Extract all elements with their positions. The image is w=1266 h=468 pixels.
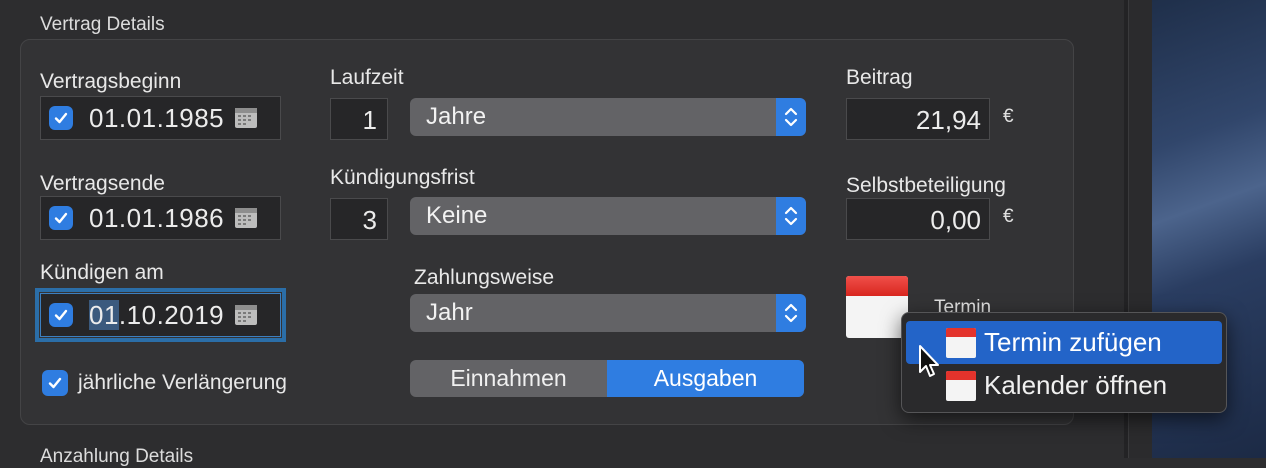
termin-context-menu: Termin zufügen Kalender öffnen [901,312,1227,413]
zahlungsweise-value: Jahr [426,299,473,326]
vertragsbeginn-checkbox[interactable] [49,106,73,130]
calendar-icon [946,370,976,401]
menu-item-kalender-oeffnen[interactable]: Kalender öffnen [902,364,1226,407]
calendar-icon [946,327,976,358]
segment-ausgaben[interactable]: Ausgaben [607,360,804,397]
menu-item-label: Termin zufügen [984,327,1162,357]
zahlungsweise-select[interactable]: Jahr [410,294,806,332]
checkmark-icon [54,212,68,224]
calendar-icon[interactable] [846,276,908,338]
selbstbeteiligung-label: Selbstbeteiligung [846,174,1006,197]
kuendigen-date[interactable]: 01.10.2019 [89,299,225,331]
renewal-label[interactable]: jährliche Verlängerung [78,371,287,395]
beitrag-currency: € [1003,106,1014,127]
selbstbeteiligung-currency: € [1003,206,1014,227]
kuendigen-checkbox[interactable] [49,303,73,327]
menu-item-label: Kalender öffnen [984,370,1168,400]
menu-item-termin-zufuegen[interactable]: Termin zufügen [906,321,1222,364]
checkmark-icon [54,309,68,321]
calendar-picker-icon[interactable] [234,303,258,327]
renewal-checkbox[interactable] [42,370,68,396]
vertragsende-label: Vertragsende [40,172,165,195]
selected-day-segment[interactable]: 01 [89,299,119,330]
laufzeit-unit-value: Jahre [426,103,487,130]
checkmark-icon [54,112,68,124]
vertragsbeginn-date-field[interactable]: 01.01.1985 [40,96,281,140]
section-title: Vertrag Details [40,14,165,35]
renewal-option[interactable]: jährliche Verlängerung [42,370,287,396]
laufzeit-input[interactable]: 1 [330,98,388,140]
calendar-picker-icon[interactable] [234,106,258,130]
kuendigungsfrist-unit-value: Keine [426,202,488,229]
kuendigungsfrist-input[interactable]: 3 [330,198,388,240]
calendar-picker-icon[interactable] [234,206,258,230]
income-expense-toggle[interactable]: Einnahmen Ausgaben [410,360,804,397]
beitrag-input[interactable]: 21,94 [846,98,990,140]
checkmark-icon [48,377,62,389]
selbstbeteiligung-input[interactable]: 0,00 [846,198,990,240]
vertragsbeginn-date: 01.01.1985 [89,102,225,133]
updown-chevron-icon [776,294,806,332]
updown-chevron-icon [776,197,806,235]
laufzeit-unit-select[interactable]: Jahre [410,98,806,136]
kuendigen-label: Kündigen am [40,261,164,284]
vertragsende-date-field[interactable]: 01.01.1986 [40,196,281,240]
kuendigungsfrist-unit-select[interactable]: Keine [410,197,806,235]
updown-chevron-icon [776,98,806,136]
kuendigungsfrist-label: Kündigungsfrist [330,166,475,189]
mouse-pointer-icon [919,345,939,377]
date-remainder: .10.2019 [118,299,225,330]
vertragsende-checkbox[interactable] [49,206,73,230]
vertragsbeginn-label: Vertragsbeginn [40,70,182,93]
laufzeit-label: Laufzeit [330,66,404,89]
segment-einnahmen[interactable]: Einnahmen [410,360,607,397]
kuendigen-date-field[interactable]: 01.10.2019 [35,288,286,342]
beitrag-label: Beitrag [846,66,913,89]
vertragsende-date: 01.01.1986 [89,202,225,233]
zahlungsweise-label: Zahlungsweise [414,266,555,289]
next-section-title: Anzahlung Details [40,446,194,467]
